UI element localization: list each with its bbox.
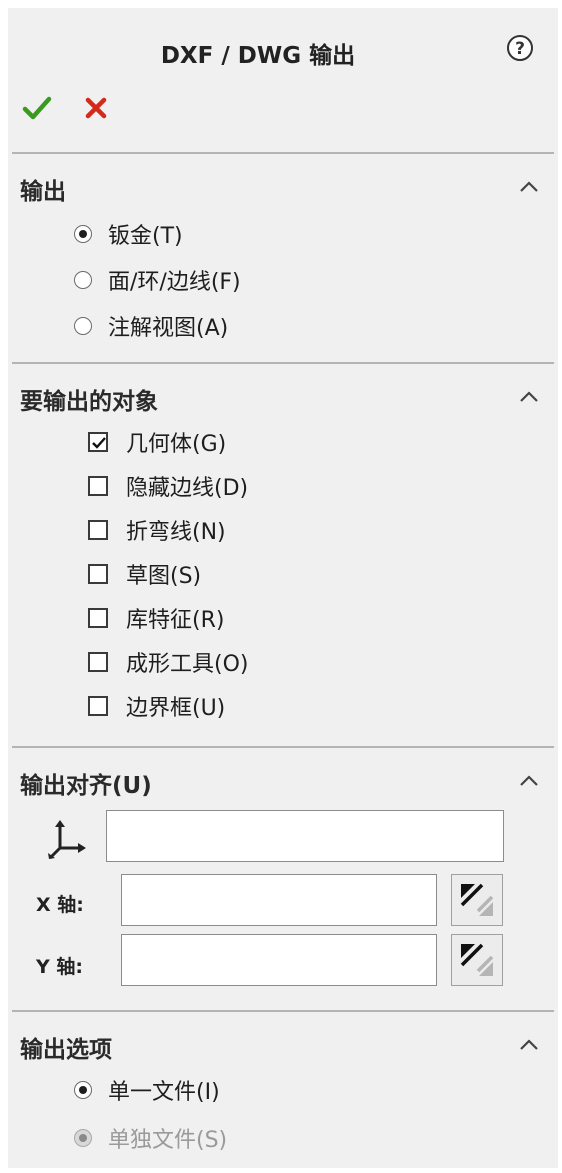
- checkbox-label: 几何体(G): [126, 432, 227, 457]
- y-axis-label: Y 轴:: [36, 956, 83, 978]
- radio-option-sheet-metal[interactable]: 钣金(T): [74, 218, 183, 250]
- radio-button[interactable]: [74, 1081, 92, 1099]
- checkbox[interactable]: [88, 696, 108, 716]
- radio-label: 单一文件(I): [108, 1080, 220, 1105]
- checkbox[interactable]: [88, 564, 108, 584]
- checkmark-icon[interactable]: [22, 94, 52, 124]
- divider: [12, 1010, 554, 1012]
- y-axis-reverse-direction-button[interactable]: [451, 934, 503, 986]
- help-icon[interactable]: ?: [506, 34, 534, 62]
- checkbox-label: 边界框(U): [126, 696, 226, 721]
- x-axis-label: X 轴:: [36, 894, 84, 916]
- checkbox[interactable]: [88, 608, 108, 628]
- radio-option-separate-files: 单独文件(S): [74, 1122, 227, 1154]
- chevron-up-icon[interactable]: [518, 1038, 540, 1052]
- section-title-entities[interactable]: 要输出的对象: [20, 382, 158, 416]
- radio-option-faces-loops-edges[interactable]: 面/环/边线(F): [74, 264, 241, 296]
- radio-button: [74, 1129, 92, 1147]
- radio-label: 面/环/边线(F): [108, 270, 241, 295]
- section-title-alignment[interactable]: 输出对齐(U): [20, 766, 152, 800]
- origin-input[interactable]: [106, 810, 504, 862]
- chevron-up-icon[interactable]: [518, 390, 540, 404]
- dxf-dwg-output-panel: DXF / DWG 输出 ? 输出 钣金(T) 面/环/边线(F) 注解视图(A…: [8, 8, 558, 1168]
- checkbox-library-features[interactable]: 库特征(R): [88, 602, 224, 634]
- checkbox[interactable]: [88, 652, 108, 672]
- svg-text:?: ?: [515, 39, 525, 59]
- checkbox-hidden-edges[interactable]: 隐藏边线(D): [88, 470, 248, 502]
- checkbox-label: 草图(S): [126, 564, 202, 589]
- radio-button[interactable]: [74, 317, 92, 335]
- panel-title: DXF / DWG 输出: [160, 43, 356, 69]
- chevron-up-icon[interactable]: [518, 180, 540, 194]
- reverse-direction-icon: [460, 883, 494, 916]
- radio-label: 注解视图(A): [108, 316, 229, 341]
- radio-button[interactable]: [74, 271, 92, 289]
- checkbox-label: 成形工具(O): [126, 652, 249, 677]
- divider: [12, 746, 554, 748]
- checkbox-label: 隐藏边线(D): [126, 476, 249, 501]
- section-title-output-options[interactable]: 输出选项: [20, 1030, 112, 1064]
- coordinate-axes-icon: [48, 820, 86, 860]
- radio-label: 单独文件(S): [108, 1128, 228, 1153]
- checkbox[interactable]: [88, 520, 108, 540]
- checkbox-label: 库特征(R): [126, 608, 225, 633]
- reverse-direction-icon: [460, 943, 494, 976]
- checkbox-geometry[interactable]: 几何体(G): [88, 426, 226, 458]
- checkbox-bend-lines[interactable]: 折弯线(N): [88, 514, 226, 546]
- checkbox-forming-tools[interactable]: 成形工具(O): [88, 646, 248, 678]
- radio-button[interactable]: [74, 225, 92, 243]
- checkmark-icon: [92, 437, 106, 449]
- radio-option-annotation-views[interactable]: 注解视图(A): [74, 310, 228, 342]
- checkbox[interactable]: [88, 476, 108, 496]
- radio-option-single-file[interactable]: 单一文件(I): [74, 1074, 220, 1106]
- y-axis-input[interactable]: [121, 934, 437, 986]
- radio-label: 钣金(T): [108, 224, 183, 249]
- section-title-output[interactable]: 输出: [20, 172, 66, 206]
- checkbox[interactable]: [88, 432, 108, 452]
- divider: [12, 152, 554, 154]
- chevron-up-icon[interactable]: [518, 774, 540, 788]
- divider: [12, 362, 554, 364]
- checkbox-bounding-box[interactable]: 边界框(U): [88, 690, 225, 722]
- checkbox-sketches[interactable]: 草图(S): [88, 558, 201, 590]
- x-axis-reverse-direction-button[interactable]: [451, 874, 503, 926]
- checkbox-label: 折弯线(N): [126, 520, 226, 545]
- close-icon[interactable]: [84, 96, 108, 120]
- x-axis-input[interactable]: [121, 874, 437, 926]
